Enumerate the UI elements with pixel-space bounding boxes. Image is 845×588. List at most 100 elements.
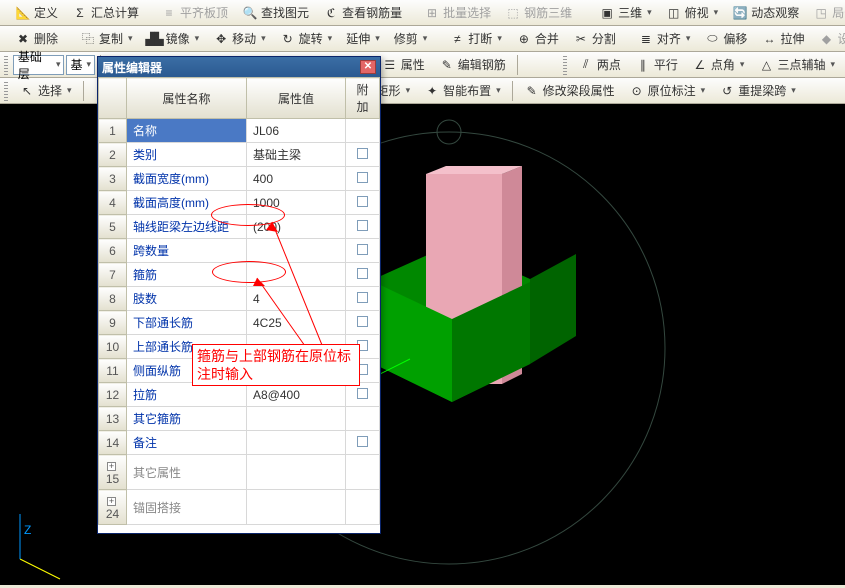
prop-name[interactable]: 箍筋 (127, 263, 247, 287)
table-row[interactable]: 6跨数量 (99, 239, 380, 263)
table-row[interactable]: 2类别基础主梁 (99, 143, 380, 167)
checkbox[interactable] (357, 388, 368, 399)
prop-name[interactable]: 锚固搭接 (127, 490, 247, 525)
prop-extra[interactable] (346, 407, 380, 431)
dynobs-button[interactable]: 🔄动态观察 (726, 1, 805, 24)
table-row[interactable]: 14备注 (99, 431, 380, 455)
prop-extra[interactable] (346, 335, 380, 359)
prop-value[interactable]: (200) (247, 215, 346, 239)
table-row[interactable]: 13其它箍筋 (99, 407, 380, 431)
move-dropdown[interactable]: ✥移动 (207, 27, 272, 50)
prop-extra[interactable] (346, 119, 380, 143)
prop-value[interactable]: N2C16 (247, 359, 346, 383)
prop-value[interactable]: 4C25 (247, 311, 346, 335)
modseg-button[interactable]: ✎修改梁段属性 (518, 79, 621, 102)
flatboard-button[interactable]: ≡平齐板顶 (155, 1, 234, 24)
table-row[interactable]: +24锚固搭接 (99, 490, 380, 525)
table-row[interactable]: 9下部通长筋4C25 (99, 311, 380, 335)
prop-name[interactable]: 侧面纵筋 (127, 359, 247, 383)
prop-value[interactable] (247, 407, 346, 431)
reliftspan-dropdown[interactable]: ↺重提梁跨 (713, 79, 802, 102)
attrs-button[interactable]: ☰属性 (376, 53, 431, 76)
prop-extra[interactable] (346, 215, 380, 239)
prop-name[interactable]: 名称 (127, 119, 247, 143)
prop-name[interactable]: 跨数量 (127, 239, 247, 263)
prop-name[interactable]: 其它箍筋 (127, 407, 247, 431)
checkbox[interactable] (357, 292, 368, 303)
ptangle-dropdown[interactable]: ∠点角 (686, 53, 751, 76)
view3d-dropdown[interactable]: ▣三维 (593, 1, 658, 24)
table-row[interactable]: +15其它属性 (99, 455, 380, 490)
prop-extra[interactable] (346, 490, 380, 525)
prop-extra[interactable] (346, 263, 380, 287)
table-row[interactable]: 7箍筋 (99, 263, 380, 287)
viewrebar-button[interactable]: ℭ查看钢筋量 (317, 1, 408, 24)
close-button[interactable]: ✕ (360, 60, 376, 74)
prop-value[interactable]: JL06 (247, 119, 346, 143)
parallel-button[interactable]: ∥平行 (629, 53, 684, 76)
batchsel-button[interactable]: ⊞批量选择 (418, 1, 497, 24)
prop-value[interactable]: 基础主梁 (247, 143, 346, 167)
table-row[interactable]: 4截面高度(mm)1000 (99, 191, 380, 215)
table-row[interactable]: 5轴线距梁左边线距(200) (99, 215, 380, 239)
prop-name[interactable]: 备注 (127, 431, 247, 455)
prop-name[interactable]: 肢数 (127, 287, 247, 311)
align-dropdown[interactable]: ≣对齐 (632, 27, 697, 50)
merge-button[interactable]: ⊕合并 (510, 27, 565, 50)
prop-extra[interactable] (346, 239, 380, 263)
base-combo[interactable]: 基▾ (66, 55, 95, 75)
sumcalc-button[interactable]: Σ汇总计算 (66, 1, 145, 24)
table-row[interactable]: 12拉筋A8@400 (99, 383, 380, 407)
expand-icon[interactable]: + (107, 462, 116, 471)
prop-extra[interactable] (346, 359, 380, 383)
col-name[interactable]: 属性名称 (127, 78, 247, 119)
table-row[interactable]: 11侧面纵筋N2C16 (99, 359, 380, 383)
define-button[interactable]: 📐定义 (9, 1, 64, 24)
table-row[interactable]: 8肢数4 (99, 287, 380, 311)
prop-extra[interactable] (346, 431, 380, 455)
prop-value[interactable] (247, 490, 346, 525)
mirror-dropdown[interactable]: ▟▙镜像 (141, 27, 206, 50)
checkbox[interactable] (357, 172, 368, 183)
split-button[interactable]: ✂分割 (567, 27, 622, 50)
prop-name[interactable]: 类别 (127, 143, 247, 167)
prop-extra[interactable] (346, 143, 380, 167)
findel-button[interactable]: 🔍查找图元 (236, 1, 315, 24)
twopoint-button[interactable]: ⫽两点 (572, 53, 627, 76)
setpoint-button[interactable]: ◆设置夹点 (812, 27, 845, 50)
prop-name[interactable]: 截面高度(mm) (127, 191, 247, 215)
table-row[interactable]: 3截面宽度(mm)400 (99, 167, 380, 191)
threept-dropdown[interactable]: △三点辅轴 (752, 53, 841, 76)
checkbox[interactable] (357, 148, 368, 159)
prop-value[interactable]: 4 (247, 287, 346, 311)
persp-dropdown[interactable]: ◫俯视 (660, 1, 725, 24)
prop-extra[interactable] (346, 455, 380, 490)
prop-value[interactable]: 400 (247, 167, 346, 191)
trim-dropdown[interactable]: 修剪 (388, 27, 434, 50)
prop-name[interactable]: 其它属性 (127, 455, 247, 490)
stretch-button[interactable]: ↔拉伸 (755, 27, 810, 50)
rebar3d-button[interactable]: ⬚钢筋三维 (499, 1, 578, 24)
checkbox[interactable] (357, 196, 368, 207)
prop-extra[interactable] (346, 311, 380, 335)
checkbox[interactable] (357, 340, 368, 351)
editrebar-button[interactable]: ✎编辑钢筋 (433, 53, 512, 76)
expand-icon[interactable]: + (107, 497, 116, 506)
prop-value[interactable] (247, 263, 346, 287)
select-dropdown[interactable]: ↖选择 (13, 79, 78, 102)
extend-dropdown[interactable]: 延伸 (340, 27, 386, 50)
checkbox[interactable] (357, 220, 368, 231)
break-dropdown[interactable]: ≠打断 (443, 27, 508, 50)
local3d-button[interactable]: ◳局部三维 (807, 1, 845, 24)
inplace-dropdown[interactable]: ⊙原位标注 (623, 79, 712, 102)
prop-value[interactable]: 1000 (247, 191, 346, 215)
prop-extra[interactable] (346, 287, 380, 311)
prop-value[interactable] (247, 431, 346, 455)
prop-extra[interactable] (346, 167, 380, 191)
prop-extra[interactable] (346, 191, 380, 215)
layer-combo[interactable]: 基础层▾ (13, 55, 64, 75)
table-row[interactable]: 10上部通长筋 (99, 335, 380, 359)
rotate-dropdown[interactable]: ↻旋转 (274, 27, 339, 50)
prop-value[interactable] (247, 455, 346, 490)
prop-value[interactable] (247, 335, 346, 359)
